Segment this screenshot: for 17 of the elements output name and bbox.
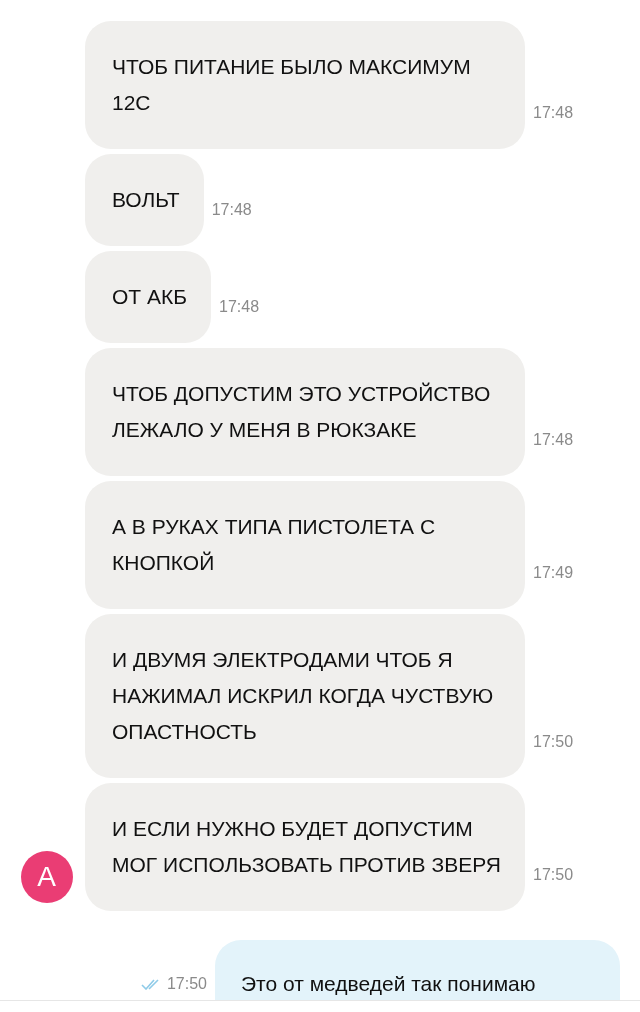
message-bubble: И ДВУМЯ ЭЛЕКТРОДАМИ ЧТОБ Я НАЖИМАЛ ИСКРИЛ КОГДА ЧУСТВУЮ ОПАСТНОСТЬ: [85, 614, 525, 778]
message-time: 17:48: [533, 430, 574, 450]
message-time: 17:50: [166, 974, 207, 994]
message-time: 17:50: [533, 865, 574, 885]
message-time: 17:48: [219, 297, 260, 317]
message-time: 17:50: [533, 732, 574, 752]
message-time: 17:48: [211, 200, 252, 220]
message-bubble: Это от медведей так понимаю: [215, 940, 620, 1000]
avatar[interactable]: А: [20, 851, 73, 903]
message-bubble: ЧТОБ ПИТАНИЕ БЫЛО МАКСИМУМ 12С: [85, 21, 525, 149]
message-bubble: ОТ АКБ: [85, 251, 212, 343]
message-time: 17:49: [533, 563, 574, 583]
message-bubble: ВОЛЬТ: [85, 154, 204, 246]
message-bubble: ЧТОБ ДОПУСТИМ ЭТО УСТРОЙСТВО ЛЕЖАЛО У МЕНЯ В РЮКЗАКЕ: [85, 348, 525, 476]
message-time: 17:48: [533, 103, 574, 123]
message-bubble: И ЕСЛИ НУЖНО БУДЕТ ДОПУСТИМ МОГ ИСПОЛЬЗОВАТЬ ПРОТИВ ЗВЕРЯ: [85, 783, 525, 911]
message-bubble: А В РУКАХ ТИПА ПИСТОЛЕТА С КНОПКОЙ: [85, 481, 525, 609]
